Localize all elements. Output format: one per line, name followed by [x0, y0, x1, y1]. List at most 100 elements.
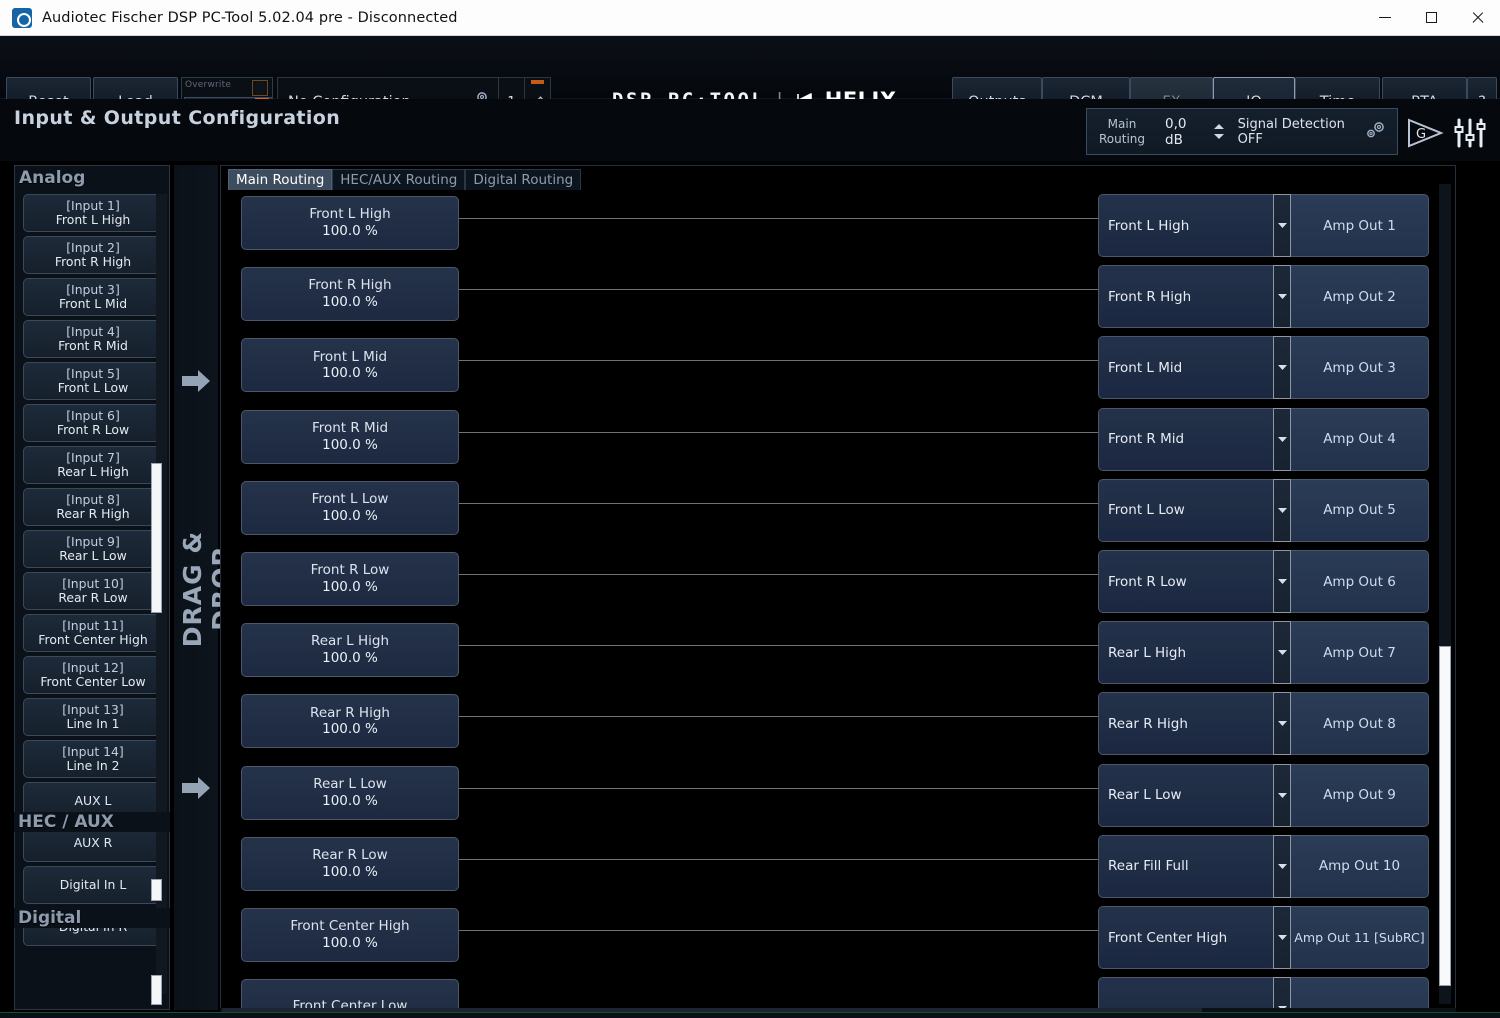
output-amp-label[interactable]: Amp Out 2 — [1291, 265, 1429, 329]
output-source-name[interactable]: Front Center High — [1098, 906, 1273, 969]
gain-value[interactable]: 0,0 dB — [1165, 116, 1206, 148]
sidebar-item-label: Front R Low — [56, 422, 130, 437]
sidebar-input-item[interactable]: [Input 3] Front L Mid — [23, 278, 163, 316]
chevron-down-icon[interactable] — [1273, 692, 1291, 756]
output-amp-label[interactable]: Amp Out 3 — [1291, 336, 1429, 400]
channel-block[interactable]: Front L Low 100.0 % — [241, 480, 459, 535]
sidebar-input-item[interactable]: [Input 8] Rear R High — [23, 488, 163, 526]
sidebar-input-item[interactable]: [Input 7] Rear L High — [23, 446, 163, 484]
output-amp-label[interactable] — [1291, 977, 1429, 1009]
chevron-down-icon[interactable] — [1273, 407, 1291, 471]
output-source-name[interactable]: Rear R High — [1098, 692, 1273, 756]
output-source-name[interactable]: Front R Low — [1098, 550, 1273, 613]
maximize-button[interactable] — [1408, 0, 1454, 36]
channel-block[interactable]: Front L High 100.0 % — [241, 196, 459, 250]
sidebar-input-item[interactable]: [Input 11] Front Center High — [23, 614, 163, 652]
channel-block[interactable]: Front R High 100.0 % — [241, 267, 459, 322]
chevron-down-icon[interactable] — [1273, 834, 1291, 898]
sidebar-item-label: Front L Mid — [58, 296, 128, 311]
channel-block[interactable]: Rear L High 100.0 % — [241, 623, 459, 678]
main-routing-label: Main Routing — [1099, 117, 1146, 146]
output-source-name[interactable]: Front R High — [1098, 265, 1273, 329]
gear-icon[interactable] — [1365, 120, 1387, 144]
sidebar-input-item[interactable]: [Input 9] Rear L Low — [23, 530, 163, 568]
sidebar-input-item[interactable]: [Input 5] Front L Low — [23, 362, 163, 400]
minimize-button[interactable] — [1362, 0, 1408, 36]
output-amp-label[interactable]: Amp Out 4 — [1291, 407, 1429, 471]
sidebar-scrollbar-thumb-tertiary[interactable] — [151, 975, 162, 1005]
arrow-right-icon-bottom — [180, 772, 212, 804]
routing-tabs[interactable]: Main Routing HEC/AUX Routing Digital Routi… — [228, 169, 582, 190]
channel-block[interactable]: Front L Mid 100.0 % — [241, 338, 459, 393]
chevron-down-icon[interactable] — [1273, 906, 1291, 969]
channel-block[interactable]: Rear R Low 100.0 % — [241, 836, 459, 891]
output-amp-label[interactable]: Amp Out 6 — [1291, 550, 1429, 613]
sidebar-item-label: Rear L High — [57, 464, 129, 479]
gain-stepper[interactable] — [1213, 123, 1225, 140]
output-source-name[interactable]: Rear L High — [1098, 621, 1273, 685]
input-sidebar[interactable]: Analog [Input 1] Front L High [Input 2] Fron… — [14, 165, 170, 1010]
chevron-down-icon[interactable] — [1273, 977, 1291, 1009]
output-source-name[interactable]: Front L High — [1098, 194, 1273, 257]
channel-block[interactable]: Front Center High 100.0 % — [241, 908, 459, 962]
play-g-icon[interactable]: G — [1406, 117, 1446, 153]
channel-block[interactable]: Front R Low 100.0 % — [241, 552, 459, 606]
routing-link-line — [459, 431, 1121, 433]
chevron-down-icon[interactable] — [1273, 194, 1291, 257]
output-row: Rear Fill Full Amp Out 10 — [1098, 834, 1429, 898]
channel-block[interactable]: Rear L Low 100.0 % — [241, 765, 459, 820]
signal-detection-status[interactable]: Signal Detection OFF — [1238, 117, 1365, 147]
output-row: Front Center High Amp Out 11 [SubRC] — [1098, 906, 1429, 969]
chevron-down-icon[interactable] — [1273, 478, 1291, 542]
sidebar-input-item[interactable]: [Input 12] Front Center Low — [23, 656, 163, 694]
chevron-down-icon[interactable] — [1273, 550, 1291, 613]
output-amp-label[interactable]: Amp Out 10 — [1291, 834, 1429, 898]
sidebar-scrollbar-thumb[interactable] — [151, 463, 162, 613]
chevron-down-icon[interactable] — [1273, 336, 1291, 400]
chevron-down-icon[interactable] — [1273, 621, 1291, 685]
tab-digital-routing[interactable]: Digital Routing — [465, 169, 582, 190]
output-amp-label[interactable]: Amp Out 8 — [1291, 692, 1429, 756]
sidebar-item-label: Rear L Low — [59, 548, 127, 563]
output-row: Rear L High Amp Out 7 — [1098, 621, 1429, 685]
tab-main-routing[interactable]: Main Routing — [228, 169, 333, 190]
channel-block[interactable]: Front Center Low — [241, 979, 459, 1009]
output-amp-label[interactable]: Amp Out 1 — [1291, 194, 1429, 257]
maximize-icon — [1425, 12, 1437, 23]
output-source-name[interactable]: Rear Fill Full — [1098, 834, 1273, 898]
output-source-name[interactable]: Front L Low — [1098, 478, 1273, 542]
output-amp-label[interactable]: Amp Out 7 — [1291, 621, 1429, 685]
tab-hec-aux-routing[interactable]: HEC/AUX Routing — [332, 169, 466, 190]
output-source-name[interactable] — [1098, 977, 1273, 1009]
sliders-icon[interactable] — [1452, 115, 1488, 155]
output-row: Front R Mid Amp Out 4 — [1098, 407, 1429, 471]
output-source-name[interactable]: Front L Mid — [1098, 336, 1273, 400]
sidebar-input-item[interactable]: Digital In L — [23, 866, 163, 904]
sidebar-input-item[interactable]: [Input 6] Front R Low — [23, 404, 163, 442]
sidebar-input-item[interactable]: [Input 2] Front R High — [23, 236, 163, 274]
channel-percent: 100.0 % — [322, 436, 378, 453]
sidebar-scrollbar-thumb-secondary[interactable] — [151, 879, 162, 901]
channel-block[interactable]: Front R Mid 100.0 % — [241, 409, 459, 464]
canvas-scrollbar-thumb[interactable] — [1439, 646, 1451, 986]
sidebar-item-label: Line In 1 — [66, 716, 120, 731]
output-amp-label[interactable]: Amp Out 5 — [1291, 478, 1429, 542]
sidebar-input-item[interactable]: [Input 14] Line In 2 — [23, 740, 163, 778]
sidebar-input-item[interactable]: [Input 1] Front L High — [23, 194, 163, 232]
routing-link-line — [459, 930, 1121, 931]
output-source-name[interactable]: Rear L Low — [1098, 763, 1273, 827]
output-amp-label[interactable]: Amp Out 9 — [1291, 763, 1429, 827]
output-source-name[interactable]: Front R Mid — [1098, 407, 1273, 471]
channel-name: Rear R Low — [312, 846, 388, 863]
sidebar-input-item[interactable]: [Input 4] Front R Mid — [23, 320, 163, 358]
chevron-down-icon[interactable] — [1273, 265, 1291, 329]
sidebar-input-item[interactable]: [Input 13] Line In 1 — [23, 698, 163, 736]
channel-block[interactable]: Rear R High 100.0 % — [241, 694, 459, 749]
overwrite-checkbox[interactable] — [252, 80, 268, 96]
routing-link-line — [459, 289, 1121, 291]
sidebar-item-label: Rear R High — [56, 506, 130, 521]
sidebar-input-item[interactable]: [Input 10] Rear R Low — [23, 572, 163, 610]
chevron-down-icon[interactable] — [1273, 763, 1291, 827]
close-button[interactable] — [1454, 0, 1500, 36]
output-amp-label[interactable]: Amp Out 11 [SubRC] — [1291, 906, 1429, 969]
